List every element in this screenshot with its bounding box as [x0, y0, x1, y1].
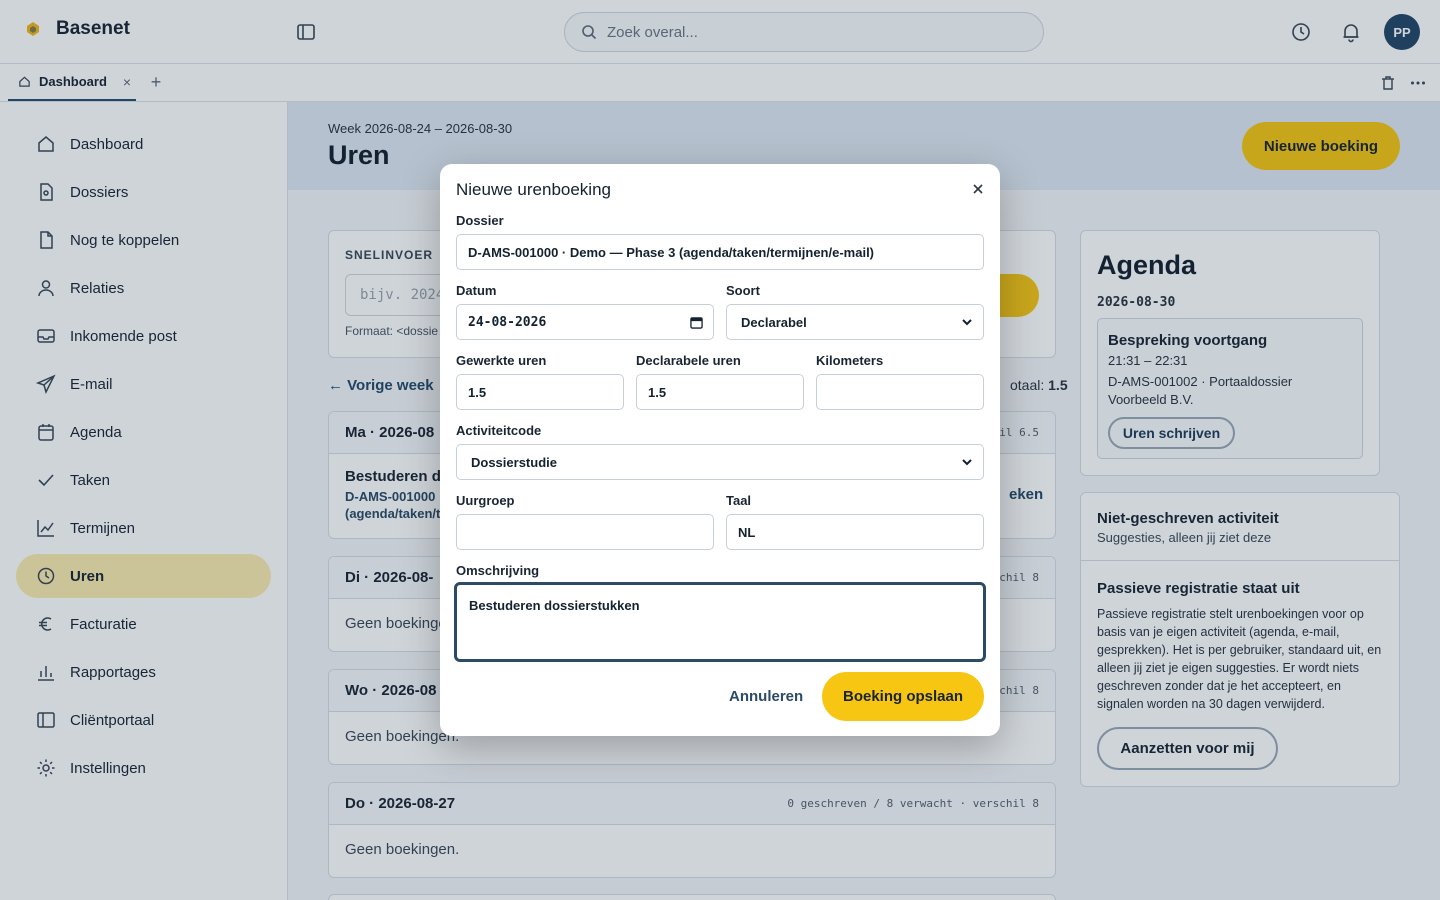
declarabele-uren-label: Declarabele uren — [636, 353, 741, 368]
language-value: NL — [738, 524, 756, 540]
activity-code-select[interactable]: Dossierstudie — [456, 444, 984, 480]
dossier-field[interactable]: D-AMS-001000 · Demo — Phase 3 (agenda/ta… — [456, 234, 984, 270]
new-booking-dialog: Nieuwe urenboeking Dossier D-AMS-001000 … — [440, 164, 1000, 736]
date-value: 24-08-2026 — [468, 314, 547, 330]
close-icon[interactable] — [968, 179, 988, 199]
save-booking-button[interactable]: Boeking opslaan — [822, 672, 984, 721]
datum-label: Datum — [456, 283, 497, 298]
worked-hours-value: 1.5 — [468, 384, 487, 400]
dialog-title: Nieuwe urenboeking — [456, 180, 611, 199]
description-textarea[interactable]: Bestuderen dossierstukken — [454, 582, 986, 662]
dossier-value: D-AMS-001000 · Demo — Phase 3 (agenda/ta… — [468, 244, 875, 260]
dossier-label: Dossier — [456, 213, 504, 228]
activiteitcode-label: Activiteitcode — [456, 423, 542, 438]
billable-hours-input[interactable]: 1.5 — [636, 374, 804, 410]
kilometers-label: Kilometers — [816, 353, 884, 368]
uurgroep-label: Uurgroep — [456, 493, 515, 508]
gewerkte-uren-label: Gewerkte uren — [456, 353, 547, 368]
soort-select[interactable]: Declarabel — [726, 304, 984, 340]
cancel-button[interactable]: Annuleren — [729, 688, 803, 705]
hour-group-input[interactable] — [456, 514, 714, 550]
chevron-down-icon — [962, 459, 972, 466]
activity-code-value: Dossierstudie — [471, 454, 557, 470]
billable-hours-value: 1.5 — [648, 384, 667, 400]
date-field[interactable]: 24-08-2026 — [456, 304, 714, 340]
soort-value: Declarabel — [741, 314, 807, 330]
kilometers-input[interactable] — [816, 374, 984, 410]
omschrijving-label: Omschrijving — [456, 563, 540, 578]
calendar-icon[interactable] — [690, 316, 703, 329]
soort-label: Soort — [726, 283, 760, 298]
language-input[interactable]: NL — [726, 514, 984, 550]
chevron-down-icon — [962, 319, 972, 326]
worked-hours-input[interactable]: 1.5 — [456, 374, 624, 410]
taal-label: Taal — [726, 493, 752, 508]
